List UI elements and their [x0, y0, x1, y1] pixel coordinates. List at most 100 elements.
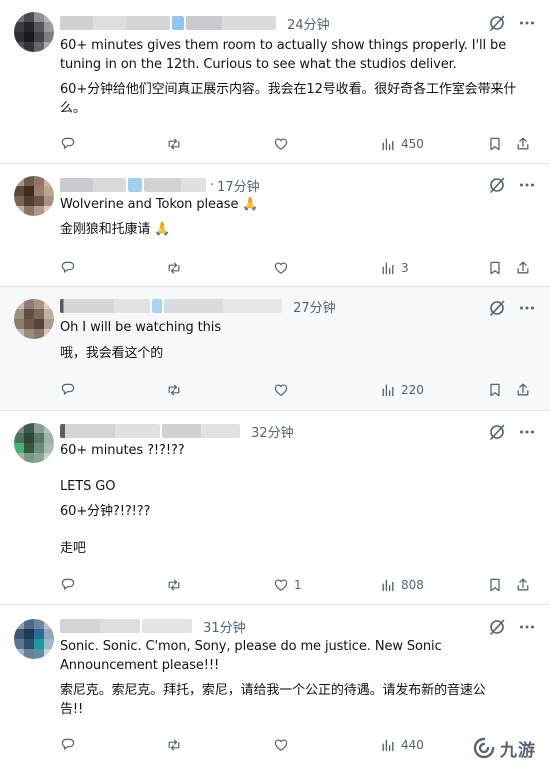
like-button[interactable]: 1: [273, 575, 302, 595]
share-icon: [517, 261, 529, 274]
repost-icon: [168, 579, 180, 591]
post-actions: 3: [60, 258, 536, 278]
post-1[interactable]: 24分钟 60+ minutes gives them room to actu…: [0, 0, 550, 164]
blurred-handle[interactable]: [186, 16, 276, 30]
like-icon: [274, 262, 288, 274]
repost-button[interactable]: [166, 258, 182, 278]
more-icon[interactable]: [518, 618, 536, 636]
repost-button[interactable]: [166, 735, 182, 755]
like-icon: [274, 739, 288, 751]
blurred-display-name[interactable]: [60, 299, 150, 313]
avatar[interactable]: [14, 176, 54, 216]
post-text-translation-line-2: 走吧: [60, 541, 86, 556]
views-button[interactable]: 3: [380, 258, 409, 278]
blurred-badge: [172, 16, 184, 30]
views-button[interactable]: 440: [380, 735, 424, 755]
post-time[interactable]: 24分钟: [287, 14, 330, 33]
post-4[interactable]: 32分钟 60+ minutes ?!?!?? LETS GO 60+分钟?!?…: [0, 411, 550, 605]
post-text-translation: 金刚狼和托康请 🙏: [60, 222, 171, 237]
repost-button[interactable]: [166, 575, 182, 595]
reply-button[interactable]: [60, 735, 76, 755]
views-icon: [382, 739, 394, 752]
bookmark-button[interactable]: [487, 575, 503, 595]
views-button[interactable]: 450: [380, 134, 424, 154]
post-actions: 1 808: [60, 575, 536, 595]
views-button[interactable]: 220: [380, 380, 424, 400]
like-button[interactable]: [273, 134, 294, 154]
post-3[interactable]: 27分钟 Oh I will be watching this 哦，我会看这个的…: [0, 287, 550, 411]
repost-icon: [168, 384, 180, 396]
reply-icon: [61, 137, 75, 149]
reply-button[interactable]: [60, 134, 76, 154]
watermark: 九游: [472, 731, 546, 765]
share-button[interactable]: [515, 380, 531, 400]
avatar[interactable]: [14, 299, 54, 339]
blurred-display-name[interactable]: [60, 16, 170, 30]
repost-button[interactable]: [166, 380, 182, 400]
post-time[interactable]: 27分钟: [293, 297, 336, 316]
watermark-text: 九游: [500, 740, 536, 761]
post-header: 32分钟: [60, 421, 294, 441]
reply-button[interactable]: [60, 575, 76, 595]
share-button[interactable]: [515, 575, 531, 595]
repost-button[interactable]: [166, 134, 182, 154]
reply-button[interactable]: [60, 380, 76, 400]
grok-icon[interactable]: [488, 14, 506, 32]
more-icon[interactable]: [518, 299, 536, 317]
views-icon: [382, 579, 394, 592]
grok-icon[interactable]: [488, 299, 506, 317]
watermark-logo-icon: [473, 737, 495, 759]
post-text-translation: 60+分钟给他们空间真正展示内容。我会在12号收看。很好奇各工作室会带来什么。: [60, 82, 517, 116]
reply-icon: [61, 383, 75, 395]
more-icon[interactable]: [518, 14, 536, 32]
like-button[interactable]: [273, 258, 294, 278]
bookmark-button[interactable]: [487, 134, 503, 154]
avatar[interactable]: [14, 12, 54, 52]
grok-icon[interactable]: [488, 176, 506, 194]
blurred-handle[interactable]: [162, 424, 240, 438]
like-icon: [274, 138, 288, 150]
like-button[interactable]: [273, 380, 294, 400]
grok-icon[interactable]: [488, 618, 506, 636]
bookmark-button[interactable]: [487, 380, 503, 400]
share-button[interactable]: [515, 258, 531, 278]
blurred-handle[interactable]: [164, 299, 282, 313]
blurred-badge: [152, 299, 162, 313]
post-text-translation: 哦，我会看这个的: [60, 346, 164, 361]
post-text-en: Wolverine and Tokon please 🙏: [60, 197, 259, 212]
views-count: 808: [401, 578, 424, 592]
grok-icon[interactable]: [488, 423, 506, 441]
views-icon: [382, 262, 394, 275]
post-header: · 17分钟: [60, 175, 260, 195]
blurred-display-name[interactable]: [60, 619, 140, 633]
post-time[interactable]: 17分钟: [217, 176, 260, 195]
post-header: 31分钟: [60, 616, 246, 636]
repost-icon: [168, 138, 180, 150]
reply-button[interactable]: [60, 258, 76, 278]
views-count: 440: [401, 738, 424, 752]
like-icon: [274, 384, 288, 396]
avatar[interactable]: [14, 619, 54, 659]
blurred-handle[interactable]: [142, 619, 192, 633]
post-text-translation-line-1: 60+分钟?!?!??: [60, 504, 151, 519]
like-count: 1: [294, 578, 302, 592]
share-button[interactable]: [515, 134, 531, 154]
post-time[interactable]: 32分钟: [251, 422, 294, 441]
blurred-handle[interactable]: [144, 178, 206, 192]
blurred-display-name[interactable]: [60, 424, 160, 438]
post-2[interactable]: · 17分钟 Wolverine and Tokon please 🙏 金刚狼和…: [0, 164, 550, 287]
more-icon[interactable]: [518, 176, 536, 194]
views-button[interactable]: 808: [380, 575, 424, 595]
post-actions: 440: [60, 735, 536, 755]
repost-icon: [168, 262, 180, 274]
blurred-display-name[interactable]: [60, 178, 126, 192]
blurred-badge: [128, 178, 142, 192]
more-icon[interactable]: [518, 423, 536, 441]
like-button[interactable]: [273, 735, 294, 755]
avatar[interactable]: [14, 423, 54, 463]
bookmark-button[interactable]: [487, 258, 503, 278]
post-5[interactable]: 31分钟 Sonic. Sonic. C'mon, Sony, please d…: [0, 605, 550, 769]
post-time[interactable]: 31分钟: [203, 617, 246, 636]
share-icon: [517, 137, 529, 150]
bookmark-icon: [490, 383, 500, 397]
